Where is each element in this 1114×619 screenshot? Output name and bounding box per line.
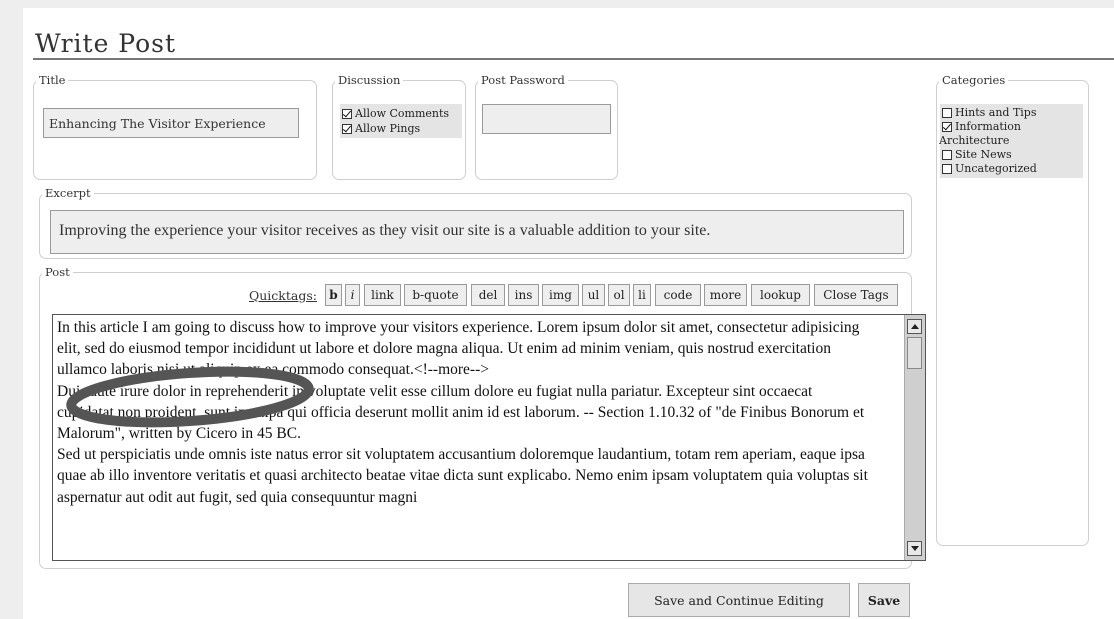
quicktag-italic-button[interactable]: i <box>345 284 360 306</box>
quicktag-link-button[interactable]: link <box>364 284 401 306</box>
allow-pings-checkbox[interactable] <box>342 123 352 134</box>
post-password-input[interactable] <box>482 104 611 134</box>
category-label: Uncategorized <box>955 162 1037 175</box>
scroll-down-button[interactable] <box>907 541 922 556</box>
quicktag-lookup-button[interactable]: lookup <box>751 284 810 306</box>
discussion-legend: Discussion <box>338 73 401 87</box>
categories-legend: Categories <box>942 73 1006 87</box>
allow-comments-option[interactable]: Allow Comments <box>340 106 462 121</box>
discussion-fieldset: Discussion Allow Comments Allow Pings <box>332 73 466 180</box>
category-item[interactable]: Uncategorized <box>940 162 1083 176</box>
category-information-architecture-checkbox[interactable] <box>942 122 952 132</box>
categories-fieldset: Categories Hints and Tips Information Ar… <box>936 73 1089 546</box>
quicktag-li-button[interactable]: li <box>633 284 651 306</box>
category-label: Site News <box>955 148 1012 161</box>
write-post-page: Write Post Title Enhancing The Visitor E… <box>23 8 1114 619</box>
title-legend: Title <box>39 73 66 87</box>
quicktag-img-button[interactable]: img <box>542 284 579 306</box>
save-continue-button[interactable]: Save and Continue Editing <box>628 583 850 617</box>
category-hints-checkbox[interactable] <box>942 108 952 118</box>
categories-list: Hints and Tips Information Architecture … <box>939 104 1083 178</box>
quicktag-del-button[interactable]: del <box>471 284 505 306</box>
quicktag-ul-button[interactable]: ul <box>582 284 605 306</box>
category-label: Hints and Tips <box>955 106 1037 119</box>
category-item[interactable]: Information Architecture <box>939 120 1083 148</box>
allow-comments-checkbox[interactable] <box>342 108 352 119</box>
excerpt-legend: Excerpt <box>45 186 91 200</box>
title-fieldset: Title Enhancing The Visitor Experience <box>33 73 317 180</box>
allow-pings-label: Allow Pings <box>355 122 421 135</box>
category-label: Information Architecture <box>939 120 1022 147</box>
excerpt-input[interactable]: Improving the experience your visitor re… <box>50 210 904 254</box>
quicktags-toolbar: b i link b-quote del ins img ul ol li co… <box>325 284 898 306</box>
quicktag-close-tags-button[interactable]: Close Tags <box>814 284 898 306</box>
allow-comments-label: Allow Comments <box>355 107 450 120</box>
quicktag-more-button[interactable]: more <box>704 284 747 306</box>
save-button[interactable]: Save <box>858 583 910 617</box>
title-input[interactable]: Enhancing The Visitor Experience <box>43 108 299 138</box>
quicktag-code-button[interactable]: code <box>655 284 701 306</box>
arrow-down-icon <box>910 546 919 551</box>
editor-scrollbar[interactable] <box>904 315 925 560</box>
quicktag-ol-button[interactable]: ol <box>608 284 630 306</box>
excerpt-fieldset: Excerpt Improving the experience your vi… <box>39 186 912 259</box>
post-password-legend: Post Password <box>481 73 565 87</box>
title-divider <box>33 58 1114 60</box>
category-item[interactable]: Hints and Tips <box>940 106 1083 120</box>
post-legend: Post <box>45 265 70 279</box>
quicktag-bold-button[interactable]: b <box>325 284 342 306</box>
category-uncategorized-checkbox[interactable] <box>942 164 952 174</box>
arrow-up-icon <box>910 324 919 329</box>
category-item[interactable]: Site News <box>940 148 1083 162</box>
scroll-up-button[interactable] <box>907 319 922 334</box>
quicktags-label: Quicktags: <box>249 288 317 303</box>
post-password-fieldset: Post Password <box>475 73 618 180</box>
scroll-thumb[interactable] <box>907 337 922 369</box>
quicktag-bquote-button[interactable]: b-quote <box>404 284 467 306</box>
allow-pings-option[interactable]: Allow Pings <box>340 121 462 136</box>
quicktag-ins-button[interactable]: ins <box>508 284 539 306</box>
category-site-news-checkbox[interactable] <box>942 150 952 160</box>
post-content-editor[interactable]: In this article I am going to discuss ho… <box>52 314 926 561</box>
discussion-options: Allow Comments Allow Pings <box>340 104 462 138</box>
annotation-circle <box>66 366 314 428</box>
page-title: Write Post <box>35 29 177 58</box>
